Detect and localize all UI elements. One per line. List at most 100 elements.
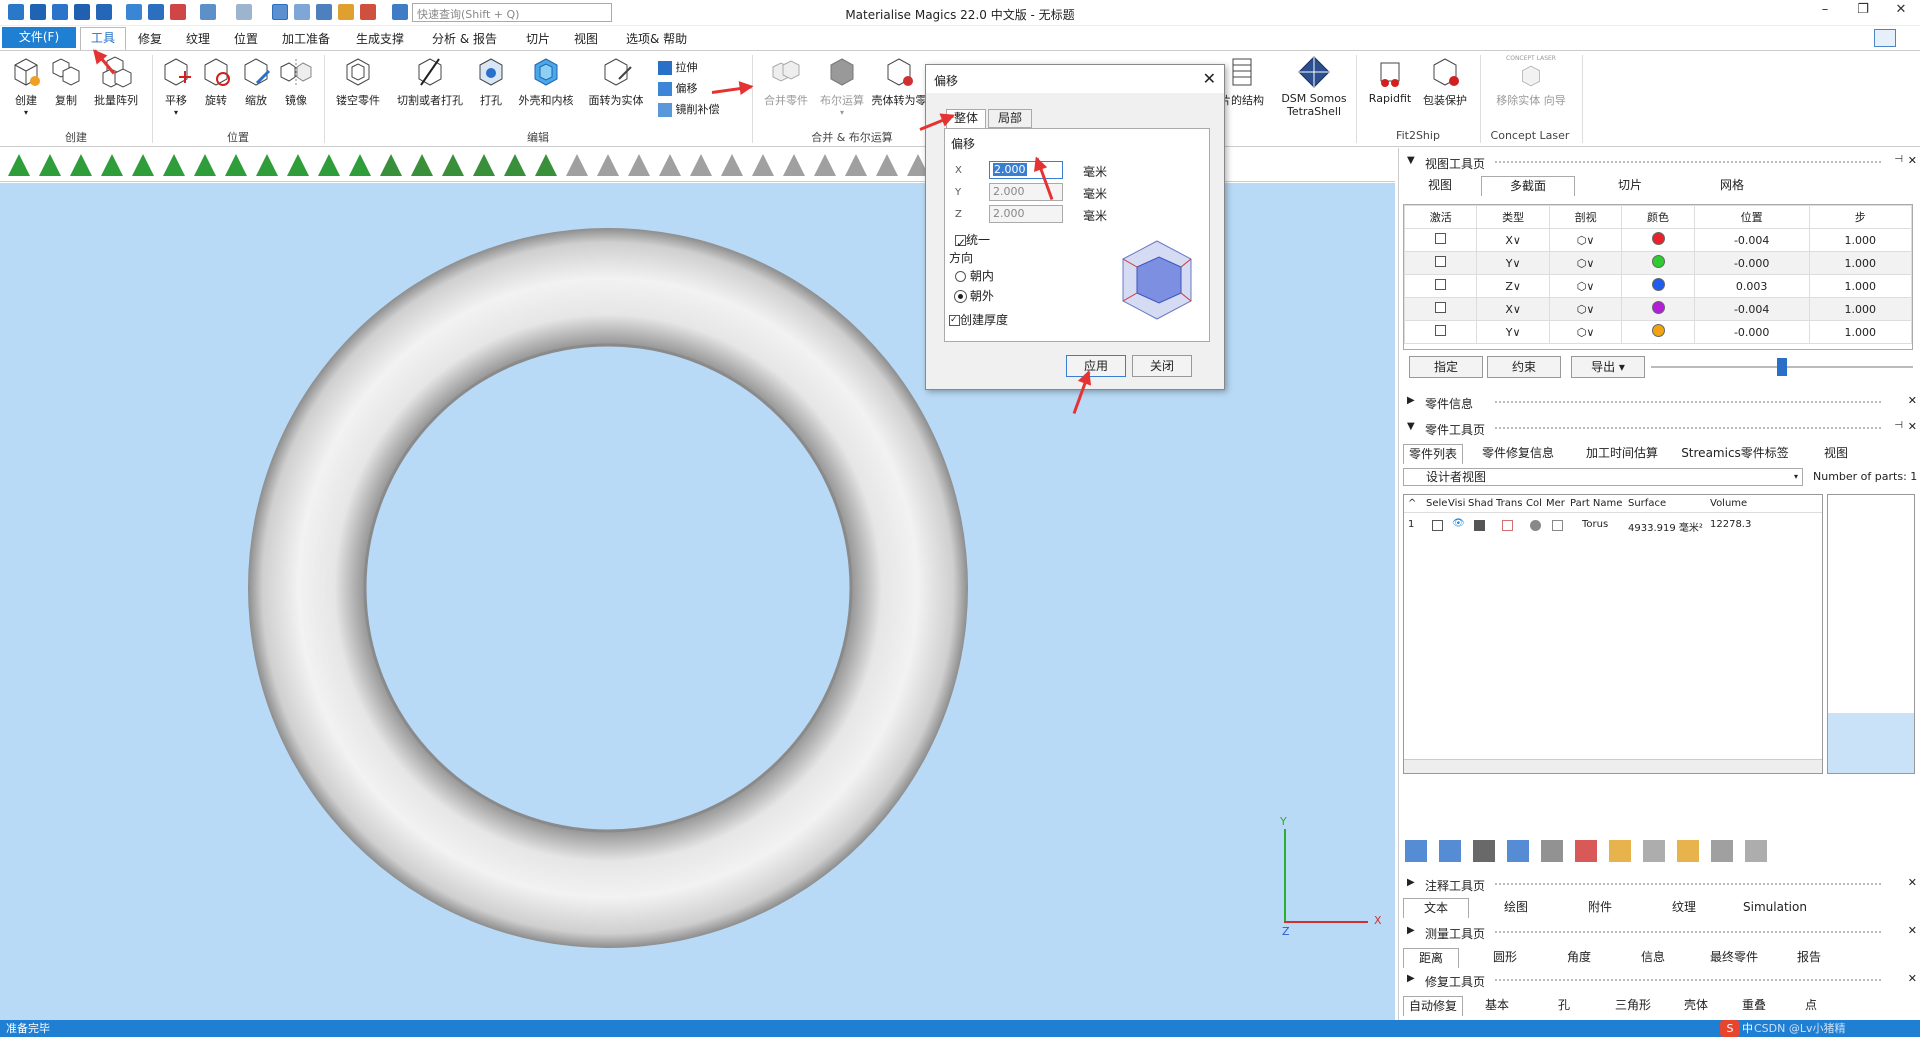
layout-icon[interactable] <box>1874 29 1896 47</box>
extrude-button[interactable]: 拉伸 <box>658 59 698 77</box>
col-merge[interactable]: Mer <box>1546 498 1565 509</box>
menu-view[interactable]: 视图 <box>574 30 598 47</box>
offset-button[interactable]: 偏移 <box>658 80 698 98</box>
mirror-button[interactable]: 镜像 <box>278 55 314 108</box>
boolean-button[interactable]: 布尔运算 ▾ <box>816 55 868 117</box>
close-icon[interactable]: ✕ <box>1908 972 1917 985</box>
menu-texture[interactable]: 纹理 <box>186 30 210 47</box>
color-swatch[interactable] <box>1651 232 1665 245</box>
file-menu-button[interactable]: 文件(F) <box>2 27 76 48</box>
tab-text[interactable]: 文本 <box>1403 898 1469 918</box>
col-transparent[interactable]: Trans <box>1496 498 1522 509</box>
close-icon[interactable]: ✕ <box>1908 876 1917 889</box>
color-swatch[interactable] <box>1651 278 1665 291</box>
copy-button[interactable]: 复制 <box>48 55 84 108</box>
remove-solid-wizard-button[interactable]: CONCEPT LASER 移除实体 向导 <box>1486 55 1576 108</box>
section-row[interactable]: Y∨ ⬡∨ -0.000 1.000 <box>1403 251 1913 275</box>
type-select[interactable]: Y∨ <box>1476 320 1550 344</box>
marking-tool-icon[interactable] <box>597 154 619 176</box>
close-icon[interactable]: ✕ <box>1908 394 1917 407</box>
step-value[interactable]: 1.000 <box>1808 228 1913 252</box>
marking-tool-icon[interactable] <box>101 154 123 176</box>
color-swatch[interactable] <box>1651 255 1665 268</box>
marking-tool-icon[interactable] <box>380 154 402 176</box>
marking-tool-icon[interactable] <box>163 154 185 176</box>
marking-tool-icon[interactable] <box>442 154 464 176</box>
tab-attachment[interactable]: 附件 <box>1565 898 1635 918</box>
active-checkbox[interactable] <box>1435 233 1447 244</box>
part-name[interactable]: Torus <box>1582 519 1608 530</box>
type-select[interactable]: Z∨ <box>1476 274 1550 298</box>
type-select[interactable]: Y∨ <box>1476 251 1550 275</box>
create-button[interactable]: 创建 ▾ <box>8 55 44 117</box>
clip-icon[interactable]: ⬡∨ <box>1548 274 1623 298</box>
position-value[interactable]: -0.004 <box>1693 228 1810 252</box>
active-checkbox[interactable] <box>1435 302 1447 313</box>
cut-punch-button[interactable]: 切割或者打孔 <box>390 55 470 108</box>
marking-tool-icon[interactable] <box>659 154 681 176</box>
col-color[interactable]: Col <box>1526 498 1542 509</box>
col-shaded[interactable]: Shad <box>1468 498 1493 509</box>
marking-tool-icon[interactable] <box>8 154 30 176</box>
col-select[interactable]: Sele <box>1426 498 1447 509</box>
part-tool-icon[interactable] <box>1609 840 1631 862</box>
marking-tool-icon[interactable] <box>876 154 898 176</box>
packaging-protection-button[interactable]: 包装保护 <box>1418 55 1472 108</box>
tab-part-list[interactable]: 零件列表 <box>1403 444 1463 464</box>
tab-mesh[interactable]: 网格 <box>1697 176 1767 196</box>
marking-tool-icon[interactable] <box>504 154 526 176</box>
tab-part-view[interactable]: 视图 <box>1801 444 1871 464</box>
rapidfit-button[interactable]: Rapidfit <box>1364 55 1416 105</box>
tab-repair-info[interactable]: 零件修复信息 <box>1469 444 1567 464</box>
constrain-button[interactable]: 约束 <box>1487 356 1561 378</box>
menu-position[interactable]: 位置 <box>234 30 258 47</box>
tab-basic[interactable]: 基本 <box>1469 996 1525 1016</box>
part-row[interactable]: 1 👁 Torus 4933.919 毫米² 12278.3 <box>1404 517 1822 535</box>
type-select[interactable]: X∨ <box>1476 297 1550 321</box>
col-visible[interactable]: Visi <box>1448 498 1465 509</box>
tab-shell[interactable]: 壳体 <box>1671 996 1721 1016</box>
marking-tool-icon[interactable] <box>845 154 867 176</box>
tab-triangle[interactable]: 三角形 <box>1605 996 1661 1016</box>
section-row[interactable]: Y∨ ⬡∨ -0.000 1.000 <box>1403 320 1913 344</box>
dialog-title-bar[interactable]: 偏移 ✕ <box>926 65 1224 93</box>
active-checkbox[interactable] <box>1435 256 1447 267</box>
marking-tool-icon[interactable] <box>70 154 92 176</box>
step-value[interactable]: 1.000 <box>1808 274 1913 298</box>
menu-slice[interactable]: 切片 <box>526 30 550 47</box>
marking-tool-icon[interactable] <box>132 154 154 176</box>
tab-distance[interactable]: 距离 <box>1403 948 1459 968</box>
tab-tools[interactable]: 工具 <box>80 27 126 50</box>
apply-button[interactable]: 应用 <box>1066 355 1126 377</box>
part-tool-icon[interactable] <box>1575 840 1597 862</box>
marking-tool-icon[interactable] <box>225 154 247 176</box>
annotation-tools-header[interactable]: ▶ 注释工具页 ✕ <box>1399 874 1920 894</box>
horizontal-scrollbar[interactable] <box>1404 759 1822 773</box>
minimize-button[interactable]: – <box>1810 2 1840 22</box>
active-checkbox[interactable] <box>1435 279 1447 290</box>
tab-circle[interactable]: 圆形 <box>1477 948 1533 968</box>
punch-button[interactable]: 打孔 <box>474 55 508 108</box>
tab-drawing[interactable]: 绘图 <box>1481 898 1551 918</box>
type-select[interactable]: X∨ <box>1476 228 1550 252</box>
merge-icon[interactable] <box>1552 520 1563 531</box>
select-checkbox[interactable] <box>1432 520 1443 531</box>
part-tool-icon[interactable] <box>1507 840 1529 862</box>
marking-tool-icon[interactable] <box>411 154 433 176</box>
tab-build-time[interactable]: 加工时间估算 <box>1575 444 1669 464</box>
dialog-close-icon[interactable]: ✕ <box>1203 69 1216 88</box>
col-part-name[interactable]: Part Name <box>1570 498 1622 509</box>
tab-angle[interactable]: 角度 <box>1551 948 1607 968</box>
tab-overlap[interactable]: 重叠 <box>1729 996 1779 1016</box>
step-value[interactable]: 1.000 <box>1808 297 1913 321</box>
tab-view[interactable]: 视图 <box>1405 176 1475 196</box>
repair-tools-header[interactable]: ▶ 修复工具页 ✕ <box>1399 970 1920 990</box>
marking-tool-icon[interactable] <box>721 154 743 176</box>
marking-tool-icon[interactable] <box>194 154 216 176</box>
eye-icon[interactable]: 👁 <box>1452 518 1465 529</box>
menu-build-prep[interactable]: 加工准备 <box>282 30 330 47</box>
marking-tool-icon[interactable] <box>256 154 278 176</box>
menu-repair[interactable]: 修复 <box>138 30 162 47</box>
pin-icon[interactable]: ⊣ <box>1894 154 1903 165</box>
marking-tool-icon[interactable] <box>473 154 495 176</box>
